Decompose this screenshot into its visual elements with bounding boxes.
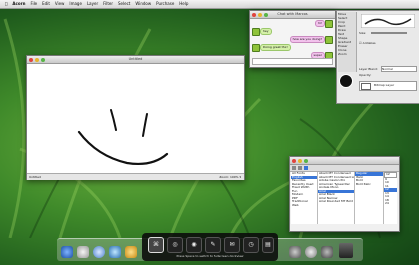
preferences-icon[interactable]	[289, 246, 301, 258]
app-switcher: ⌘ ◎ ◉ ✎ ✉ ◷ ▤ Press Space to switch to f…	[142, 233, 278, 261]
layer-row[interactable]: Bitmap Layer	[359, 81, 417, 91]
menu-bar:  Acorn File Edit View Image Layer Filte…	[0, 0, 419, 9]
layer-name: Bitmap Layer	[374, 83, 395, 87]
chat-bubble: hey	[260, 28, 272, 35]
menu-layer[interactable]: Layer	[87, 0, 98, 8]
menu-select[interactable]: Select	[118, 0, 130, 8]
tool-item[interactable]: Zoom	[338, 52, 356, 56]
chat-window: Chat with Marcos hi! hey how are you doi…	[249, 10, 336, 68]
buddy-icon	[252, 28, 260, 36]
size-label: Size:	[359, 31, 367, 35]
close-button[interactable]	[292, 158, 296, 163]
apple-icon[interactable]: 	[5, 0, 7, 8]
chat-bubble: how are you doing?	[289, 36, 325, 43]
family-column: Abadi MT Condensed Abadi MT Condensed Li…	[318, 172, 355, 224]
switcher-app-icon[interactable]: ✎	[205, 237, 221, 253]
menu-app[interactable]: Acorn	[12, 0, 25, 8]
menu-filter[interactable]: Filter	[103, 0, 113, 8]
switcher-app-icon[interactable]: ◎	[167, 237, 183, 253]
chat-title: Chat with Marcos	[277, 12, 308, 16]
buddy-icon	[325, 20, 333, 28]
switcher-hint: Press Space to switch to fullscreen dock…	[176, 254, 244, 258]
menu-purchase[interactable]: Purchase	[156, 0, 174, 8]
switcher-app-icon[interactable]: ⌘	[148, 237, 164, 253]
buddy-icon	[325, 36, 333, 44]
menu-view[interactable]: View	[55, 0, 65, 8]
menu-file[interactable]: File	[30, 0, 37, 8]
chat-input[interactable]	[252, 58, 333, 65]
collections-column: All Fonts English Favorites Recently Use…	[291, 172, 318, 224]
brush-tip-icon[interactable]	[339, 74, 353, 88]
sketch-titlebar: Untitled	[27, 56, 244, 64]
font-toolbar	[290, 165, 399, 172]
typeface-column: Regular Italic Bold Bold Italic	[355, 172, 384, 224]
minimize-button[interactable]	[298, 158, 302, 163]
sketch-window: Untitled Untitled Zoom: 100% ▾	[26, 55, 245, 180]
sketch-title: Untitled	[128, 57, 143, 61]
chat-bubble: Doing great thx!	[260, 44, 291, 51]
menu-window[interactable]: Window	[135, 0, 151, 8]
typeface-item[interactable]: Bold Italic	[355, 183, 383, 187]
family-item[interactable]: Arial Rounded MT Bold	[318, 200, 354, 204]
ichat-icon[interactable]	[125, 246, 137, 258]
brush-preview	[361, 14, 415, 28]
switcher-app-icon[interactable]: ▤	[262, 237, 274, 253]
dashboard-icon[interactable]	[77, 246, 89, 258]
antialias-label: Antialias	[362, 41, 376, 45]
plus-icon[interactable]	[292, 166, 296, 170]
size-slider[interactable]	[371, 32, 407, 34]
font-titlebar	[290, 157, 399, 165]
chat-titlebar: Chat with Marcos	[250, 11, 335, 19]
trash-icon[interactable]	[339, 243, 353, 258]
chat-bubble: hi!	[315, 20, 325, 27]
sketch-canvas[interactable]	[27, 64, 244, 173]
layer-blend-label: Layer Blend:	[359, 67, 378, 71]
minus-icon[interactable]	[298, 166, 302, 170]
antialias-checkbox[interactable]: ☑ Antialias	[359, 41, 376, 45]
buddy-icon	[252, 44, 260, 52]
finder-icon[interactable]	[61, 246, 73, 258]
menu-help[interactable]: Help	[179, 0, 188, 8]
collection-item[interactable]: Web	[291, 204, 317, 208]
font-panel: All Fonts English Favorites Recently Use…	[289, 156, 400, 232]
menu-edit[interactable]: Edit	[42, 0, 50, 8]
size-column: 12 9 10 11 12 13 14 18 24	[384, 172, 397, 224]
switcher-app-icon[interactable]: ◷	[243, 237, 259, 253]
safari-icon[interactable]	[93, 246, 105, 258]
tool-list: Move Select Crop Paint Draw Text Shape G…	[338, 12, 357, 72]
tools-panel: Move Select Crop Paint Draw Text Shape G…	[336, 10, 419, 104]
opacity-label: Opacity:	[359, 73, 372, 77]
utility-icon[interactable]	[305, 246, 317, 258]
layer-thumbnail	[361, 83, 371, 90]
menu-image[interactable]: Image	[69, 0, 82, 8]
switcher-app-icon[interactable]: ✉	[224, 237, 240, 253]
layer-blend-select[interactable]: Normal	[381, 66, 417, 72]
folder-icon[interactable]	[321, 246, 333, 258]
color-icon[interactable]	[304, 166, 308, 170]
switcher-app-icon[interactable]: ◉	[186, 237, 202, 253]
mail-icon[interactable]	[109, 246, 121, 258]
zoom-button[interactable]	[304, 158, 308, 163]
status-left: Untitled	[29, 175, 41, 179]
zoom-select[interactable]: Zoom: 100% ▾	[219, 174, 241, 180]
size-item[interactable]: 24	[384, 202, 397, 206]
